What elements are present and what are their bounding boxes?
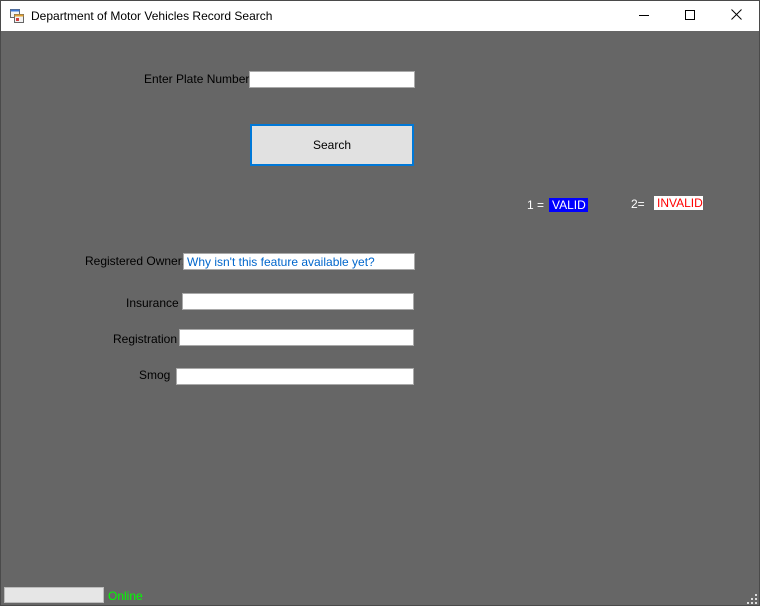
- valid-legend-prefix: 1 =: [527, 198, 545, 212]
- resize-grip-icon[interactable]: [747, 593, 757, 604]
- main-window: Department of Motor Vehicles Record Sear…: [0, 0, 760, 606]
- registered-owner-label: Registered Owner:: [85, 254, 186, 268]
- window-title: Department of Motor Vehicles Record Sear…: [31, 9, 273, 23]
- invalid-badge: INVALID: [654, 196, 703, 210]
- plate-label: Enter Plate Number:: [144, 72, 253, 86]
- connection-status: Online: [108, 589, 143, 603]
- plate-number-input[interactable]: [249, 71, 415, 88]
- close-icon: [730, 9, 742, 23]
- insurance-field[interactable]: [182, 293, 414, 310]
- smog-label: Smog: [139, 368, 171, 382]
- search-button[interactable]: Search: [250, 124, 414, 166]
- minimize-icon: [639, 9, 649, 23]
- insurance-label: Insurance: [126, 296, 179, 310]
- registered-owner-field[interactable]: [183, 253, 415, 270]
- minimize-button[interactable]: [621, 1, 667, 31]
- registration-field[interactable]: [179, 329, 414, 346]
- maximize-button[interactable]: [667, 1, 713, 31]
- smog-field[interactable]: [176, 368, 414, 385]
- title-bar[interactable]: Department of Motor Vehicles Record Sear…: [1, 1, 759, 31]
- valid-badge: VALID: [549, 198, 588, 212]
- registration-label: Registration: [113, 332, 178, 346]
- status-progress-bar: [4, 587, 104, 603]
- form-client-area: Enter Plate Number: Search 1 = VALID 2= …: [1, 31, 759, 605]
- maximize-icon: [685, 9, 695, 23]
- invalid-legend-prefix: 2=: [631, 197, 645, 211]
- close-button[interactable]: [713, 1, 759, 31]
- search-button-label: Search: [312, 138, 352, 152]
- app-window-icon: [10, 9, 24, 23]
